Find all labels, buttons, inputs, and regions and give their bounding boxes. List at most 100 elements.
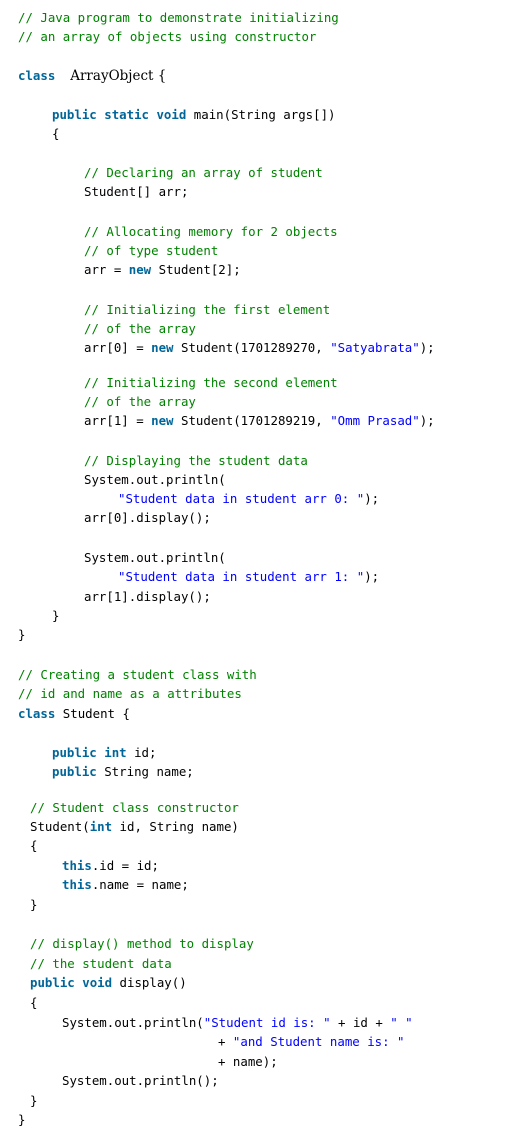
code-token-string: " " [390, 1015, 413, 1030]
code-line: // Displaying the student data [84, 453, 308, 469]
code-token-plain: } [30, 1093, 38, 1108]
code-token-comment: // id and name as a attributes [18, 686, 242, 701]
code-token-string: "Omm Prasad" [330, 413, 420, 428]
code-token-comment: // Initializing the second element [84, 375, 338, 390]
code-line: // an array of objects using constructor [18, 29, 316, 45]
code-token-plain: arr[0].display(); [84, 510, 211, 525]
code-line: System.out.println( [84, 550, 226, 566]
code-line: class ArrayObject { [18, 68, 166, 84]
code-token-plain: arr[1].display(); [84, 589, 211, 604]
code-token-keyword: new [151, 413, 174, 428]
code-token-keyword: public [30, 975, 75, 990]
code-listing: // Java program to demonstrate initializ… [0, 0, 517, 1137]
code-token-plain: System.out.println( [62, 1015, 204, 1030]
code-line: "Student data in student arr 1: "); [118, 569, 379, 585]
code-token-plain: System.out.println( [84, 550, 226, 565]
code-token-plain: Student(1701289219, [173, 413, 331, 428]
code-token-plain: } [18, 627, 26, 642]
code-token-keyword: static [104, 107, 149, 122]
code-token-plain: System.out.println( [84, 472, 226, 487]
code-token-plain: System.out.println(); [62, 1073, 219, 1088]
code-token-string: "Student data in student arr 1: " [118, 569, 365, 584]
code-token-plain: display() [112, 975, 187, 990]
code-line: { [30, 995, 37, 1011]
code-token-string: "Student data in student arr 0: " [118, 491, 365, 506]
code-line: + "and Student name is: " [218, 1034, 405, 1050]
code-token-string: "Student id is: " [203, 1015, 331, 1030]
code-token-plain: arr = [84, 262, 129, 277]
code-line: arr[0] = new Student(1701289270, "Satyab… [84, 340, 435, 356]
code-token-plain: id, String name) [112, 819, 239, 834]
code-line: arr[1].display(); [84, 589, 211, 605]
code-token-plain: id; [126, 745, 157, 760]
code-token-plain: arr[0] = [84, 340, 152, 355]
code-line: public static void main(String args[]) [52, 107, 336, 123]
code-line: public int id; [52, 745, 156, 761]
code-token-keyword: public [52, 745, 97, 760]
code-token-plain: { [52, 126, 60, 141]
code-line: // of the array [84, 394, 196, 410]
code-line: // Allocating memory for 2 objects [84, 224, 338, 240]
code-line: // Student class constructor [30, 800, 239, 816]
code-token-plain: { [30, 995, 38, 1010]
code-token-keyword: int [104, 745, 127, 760]
code-token-comment: // display() method to display [30, 936, 254, 951]
code-token-plain: ); [364, 569, 380, 584]
code-line: class Student { [18, 706, 130, 722]
code-token-comment: // an array of objects using constructor [18, 29, 317, 44]
code-token-keyword: void [82, 975, 113, 990]
code-line: public String name; [52, 764, 194, 780]
code-token-keyword: this [62, 858, 92, 873]
code-line: } [30, 1093, 37, 1109]
code-line: } [18, 627, 25, 643]
code-line: this.id = id; [62, 858, 159, 874]
code-line: arr = new Student[2]; [84, 262, 241, 278]
code-token-plain: + [218, 1034, 233, 1049]
code-token-serif: ArrayObject { [70, 68, 167, 84]
code-token-plain: } [18, 1112, 26, 1127]
code-token-comment: // of the array [84, 394, 196, 409]
code-token-keyword: this [62, 877, 92, 892]
code-token-keyword: public [52, 764, 97, 779]
code-token-plain: } [52, 608, 60, 623]
code-token-comment: // of type student [84, 243, 219, 258]
code-line: // of the array [84, 321, 196, 337]
code-token-comment: // Initializing the first element [84, 302, 331, 317]
code-token-plain: + name); [218, 1054, 278, 1069]
code-token-keyword: public [52, 107, 97, 122]
code-token-comment: // Student class constructor [30, 800, 239, 815]
code-token-plain: } [30, 897, 38, 912]
code-token-keyword: int [89, 819, 113, 834]
code-line: Student[] arr; [84, 184, 188, 200]
code-token-string: "Satyabrata" [330, 340, 420, 355]
code-token-plain: arr[1] = [84, 413, 152, 428]
code-token-string: "and Student name is: " [232, 1034, 405, 1049]
code-token-plain: ); [419, 340, 435, 355]
code-token-keyword: class [18, 68, 56, 83]
code-line: // of type student [84, 243, 218, 259]
code-token-comment: // Allocating memory for 2 objects [84, 224, 338, 239]
code-token-plain: { [30, 838, 38, 853]
code-token-plain: String name; [96, 764, 194, 779]
code-token-keyword: void [156, 107, 187, 122]
code-line: // Initializing the second element [84, 375, 338, 391]
code-token-plain: + id + [330, 1015, 391, 1030]
code-token-comment: // Displaying the student data [84, 453, 308, 468]
code-line: } [52, 608, 59, 624]
code-token-keyword: new [151, 340, 174, 355]
code-line: this.name = name; [62, 877, 189, 893]
code-line: "Student data in student arr 0: "); [118, 491, 379, 507]
code-line: + name); [218, 1054, 278, 1070]
code-token-keyword: new [128, 262, 152, 277]
code-line: // Creating a student class with [18, 667, 257, 683]
code-token-plain: .name = name; [91, 877, 189, 892]
code-token-plain: Student(1701289270, [173, 340, 331, 355]
code-line: // the student data [30, 956, 172, 972]
code-line: System.out.println("Student id is: " + i… [62, 1015, 413, 1031]
code-token-plain: main(String args[]) [186, 107, 336, 122]
code-token-plain: ); [419, 413, 435, 428]
code-line: // Initializing the first element [84, 302, 330, 318]
code-token-plain: .id = id; [91, 858, 159, 873]
code-token-plain: Student( [30, 819, 90, 834]
